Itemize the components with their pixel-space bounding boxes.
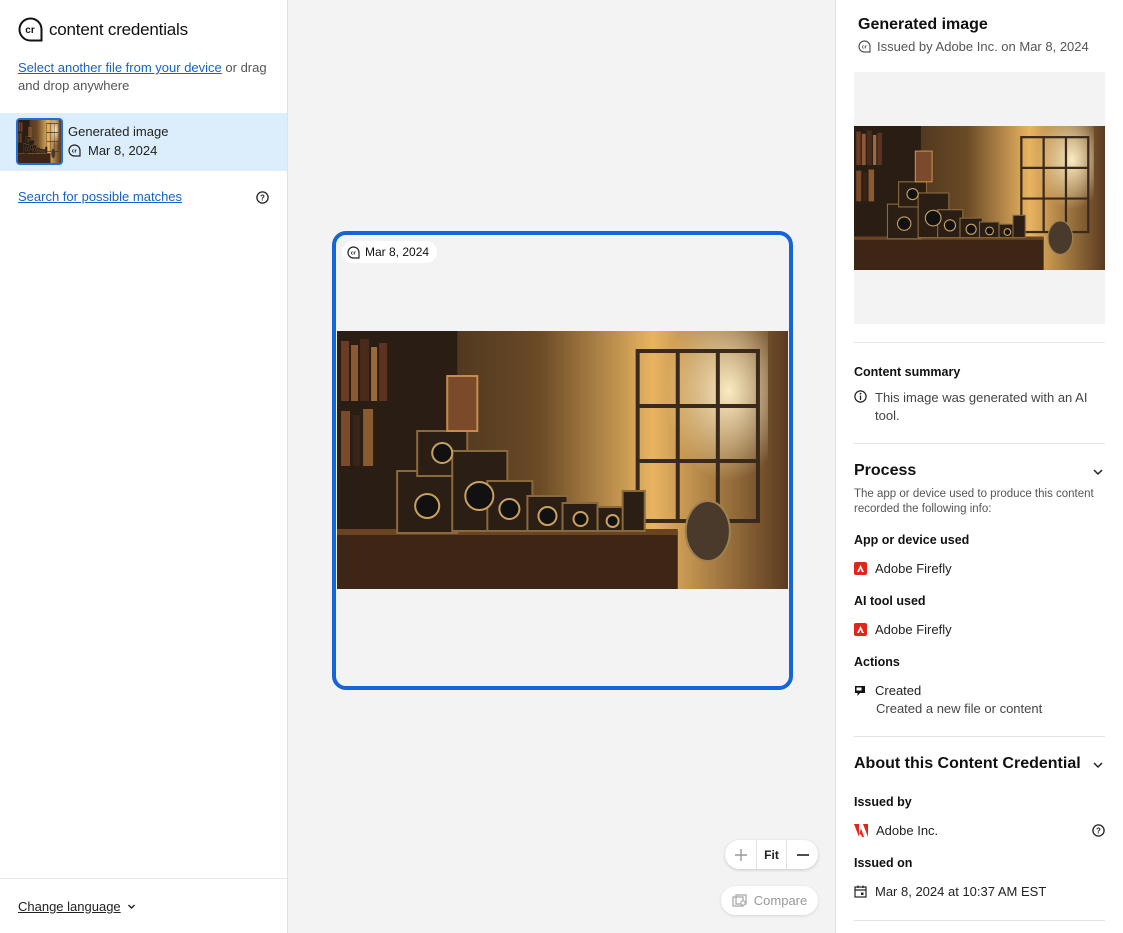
- svg-text:?: ?: [1096, 826, 1101, 835]
- file-list-item[interactable]: Generated image cr Mar 8, 2024: [0, 113, 287, 171]
- issued-line: cr Issued by Adobe Inc. on Mar 8, 2024: [858, 39, 1089, 54]
- issued-by-value: Adobe Inc.: [876, 823, 939, 838]
- details-panel: Generated image cr Issued by Adobe Inc. …: [835, 0, 1123, 933]
- panel-preview-image: [854, 126, 1105, 270]
- compare-label: Compare: [753, 893, 808, 908]
- zoom-fit-button[interactable]: Fit: [756, 840, 787, 869]
- svg-text:cr: cr: [351, 250, 357, 256]
- adobe-logo-icon: [854, 824, 868, 837]
- select-file-link[interactable]: Select another file from your device: [18, 60, 222, 75]
- actions-heading: Actions: [854, 655, 900, 669]
- change-language-label: Change language: [18, 899, 121, 914]
- action-item: Created: [854, 683, 921, 698]
- info-icon: [854, 390, 867, 403]
- adobe-firefly-icon: [854, 562, 867, 575]
- file-thumbnail: [16, 118, 63, 165]
- issued-on-item: Mar 8, 2024 at 10:37 AM EST: [854, 884, 1046, 899]
- about-credential-heading[interactable]: About this Content Credential: [854, 755, 1081, 773]
- issued-by-heading: Issued by: [854, 795, 912, 809]
- issued-text: Issued by Adobe Inc. on Mar 8, 2024: [877, 39, 1089, 54]
- left-sidebar: cr content credentials Select another fi…: [0, 0, 288, 933]
- date-chip: cr Mar 8, 2024: [342, 241, 438, 263]
- svg-text:cr: cr: [72, 149, 78, 155]
- chevron-down-icon[interactable]: [1092, 759, 1104, 771]
- divider: [854, 342, 1105, 343]
- process-description: The app or device used to produce this c…: [854, 488, 1094, 515]
- app-device-value: Adobe Firefly: [875, 561, 952, 576]
- zoom-controls: Fit: [725, 840, 818, 869]
- cr-badge-icon: cr: [68, 144, 81, 157]
- cr-badge-icon: cr: [347, 245, 360, 259]
- help-icon[interactable]: ?: [1092, 824, 1105, 837]
- ai-tool-value: Adobe Firefly: [875, 622, 952, 637]
- file-date: Mar 8, 2024: [88, 143, 158, 158]
- upload-instructions: Select another file from your device or …: [18, 59, 273, 95]
- issued-by-item: Adobe Inc.: [854, 823, 938, 838]
- app-device-item: Adobe Firefly: [854, 561, 952, 576]
- calendar-icon: [854, 885, 867, 898]
- content-summary-text: This image was generated with an AI tool…: [875, 390, 1088, 423]
- process-heading[interactable]: Process: [854, 462, 916, 480]
- divider: [854, 443, 1105, 444]
- file-date-row: cr Mar 8, 2024: [68, 143, 157, 158]
- compare-icon: [732, 893, 747, 907]
- svg-text:?: ?: [260, 193, 265, 202]
- ai-tool-item: Adobe Firefly: [854, 622, 952, 637]
- adobe-firefly-icon: [854, 623, 867, 636]
- cr-badge-icon: cr: [858, 40, 871, 53]
- content-summary-heading: Content summary: [854, 365, 961, 379]
- panel-preview: [854, 72, 1105, 324]
- zoom-in-button[interactable]: [725, 840, 756, 869]
- change-language-button[interactable]: Change language: [18, 899, 136, 914]
- divider: [854, 920, 1105, 921]
- compare-button[interactable]: Compare: [721, 886, 818, 915]
- action-name: Created: [875, 683, 922, 698]
- created-action-icon: [855, 686, 865, 696]
- date-chip-label: Mar 8, 2024: [365, 245, 430, 259]
- svg-text:cr: cr: [862, 45, 868, 51]
- minus-icon: [796, 853, 809, 856]
- chevron-down-icon: [127, 904, 135, 909]
- brand-name: content credentials: [49, 19, 188, 39]
- issued-on-heading: Issued on: [854, 856, 913, 870]
- main-image: [337, 331, 788, 589]
- app-device-heading: App or device used: [854, 533, 970, 547]
- brand-logo[interactable]: cr content credentials: [18, 17, 188, 42]
- issued-on-value: Mar 8, 2024 at 10:37 AM EST: [875, 884, 1047, 899]
- panel-title: Generated image: [858, 16, 988, 33]
- cr-logo-icon: cr: [18, 17, 43, 42]
- selected-asset-frame[interactable]: cr Mar 8, 2024: [332, 231, 793, 690]
- file-name: Generated image: [68, 124, 169, 139]
- svg-text:cr: cr: [25, 25, 35, 36]
- zoom-out-button[interactable]: [787, 840, 818, 869]
- ai-tool-heading: AI tool used: [854, 594, 926, 608]
- plus-icon: [734, 848, 747, 861]
- divider: [854, 736, 1105, 737]
- chevron-down-icon[interactable]: [1092, 466, 1104, 478]
- sidebar-footer: Change language: [0, 878, 287, 933]
- help-icon[interactable]: ?: [256, 191, 269, 204]
- action-description: Created a new file or content: [876, 701, 1043, 716]
- search-matches-link[interactable]: Search for possible matches: [18, 189, 182, 204]
